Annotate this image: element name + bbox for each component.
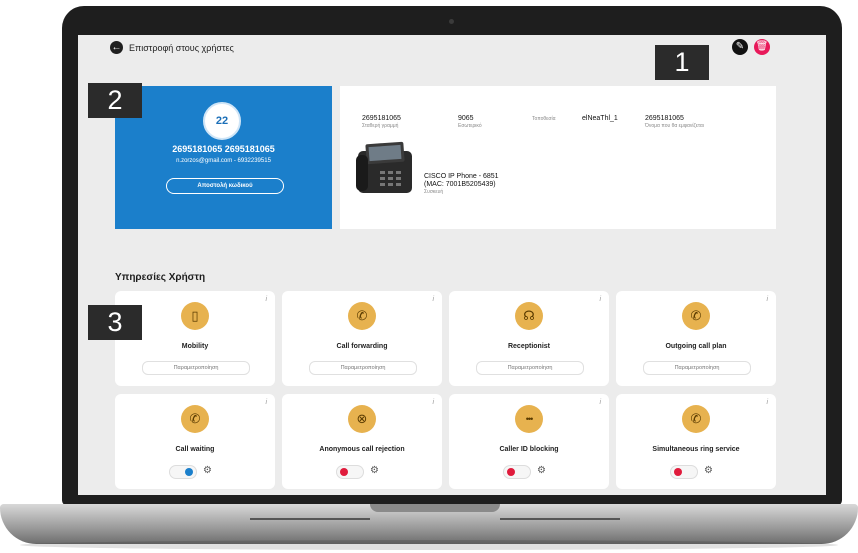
config-button[interactable]: Παραμετροποίηση bbox=[142, 361, 250, 375]
back-label: Επιστροφή στους χρήστες bbox=[129, 42, 234, 53]
service-toggle[interactable] bbox=[169, 465, 197, 479]
user-details-card: 2695181065 Σταθερή γραμμή 9065 Εσωτερικό… bbox=[340, 86, 776, 229]
user-profile-card: 22 2695181065 2695181065 n.zorzos@gmail.… bbox=[115, 86, 332, 229]
service-card-caller-id-blocking: i ••• Caller ID blocking ⚙ bbox=[449, 394, 609, 489]
detail-value: 2695181065 bbox=[645, 115, 684, 122]
service-name: Receptionist bbox=[507, 343, 550, 350]
back-to-users-link[interactable]: ← Επιστροφή στους χρήστες bbox=[110, 41, 234, 54]
service-name: Simultaneous ring service bbox=[652, 446, 740, 453]
send-code-button[interactable]: Αποστολή κωδικού bbox=[166, 178, 284, 194]
service-card-simultaneous-ring: i ✆ Simultaneous ring service ⚙ bbox=[616, 394, 776, 489]
arrow-left-icon: ← bbox=[110, 41, 123, 54]
service-card-receptionist: i ☊ Receptionist Παραμετροποίηση bbox=[449, 291, 609, 386]
pencil-icon: ✎ bbox=[735, 41, 745, 52]
device-info: CISCO IP Phone - 6851 (MAC: 7001B5205439… bbox=[424, 173, 499, 195]
detail-phone-line: 2695181065 Σταθερή γραμμή bbox=[362, 115, 401, 129]
detail-location-name: elNeaThl_1 bbox=[582, 115, 618, 123]
outgoing-call-icon: ✆ bbox=[682, 302, 710, 330]
call-reject-icon: ⊗ bbox=[348, 405, 376, 433]
laptop-notch bbox=[370, 504, 500, 512]
detail-extension: 9065 Εσωτερικό bbox=[458, 115, 482, 129]
detail-value: 9065 bbox=[458, 115, 474, 122]
service-name: Call forwarding bbox=[336, 343, 388, 350]
device-model: CISCO IP Phone - 6851 bbox=[424, 173, 499, 180]
detail-label: Τοποθεσία bbox=[532, 116, 556, 122]
info-icon[interactable]: i bbox=[265, 296, 267, 303]
toggle-knob bbox=[340, 468, 348, 476]
config-button[interactable]: Παραμετροποίηση bbox=[476, 361, 584, 375]
info-icon[interactable]: i bbox=[265, 399, 267, 406]
caller-id-block-icon: ••• bbox=[515, 405, 543, 433]
device-mac: (MAC: 7001B5205439) bbox=[424, 181, 496, 188]
user-contact: n.zorzos@gmail.com - 6932239515 bbox=[176, 158, 271, 164]
info-icon[interactable]: i bbox=[766, 399, 768, 406]
gear-icon[interactable]: ⚙ bbox=[203, 464, 212, 478]
service-name: Outgoing call plan bbox=[665, 343, 727, 350]
base-highlight-right bbox=[500, 518, 620, 520]
call-forward-icon: ✆ bbox=[348, 302, 376, 330]
info-icon[interactable]: i bbox=[599, 399, 601, 406]
callout-1: 1 bbox=[655, 45, 709, 80]
info-icon[interactable]: i bbox=[599, 296, 601, 303]
detail-label: Όνομα που θα εμφανίζεται bbox=[645, 123, 704, 129]
callout-3: 3 bbox=[88, 305, 142, 340]
base-highlight-left bbox=[250, 518, 370, 520]
service-name: Caller ID blocking bbox=[499, 446, 559, 453]
service-card-anonymous-call-rejection: i ⊗ Anonymous call rejection ⚙ bbox=[282, 394, 442, 489]
service-card-call-forwarding: i ✆ Call forwarding Παραμετροποίηση bbox=[282, 291, 442, 386]
toggle-knob bbox=[507, 468, 515, 476]
detail-label: Εσωτερικό bbox=[458, 123, 482, 129]
callout-2: 2 bbox=[88, 83, 142, 118]
headset-icon: ☊ bbox=[515, 302, 543, 330]
user-name: 2695181065 2695181065 bbox=[172, 144, 275, 154]
gear-icon[interactable]: ⚙ bbox=[537, 464, 546, 478]
user-avatar: 22 bbox=[203, 102, 241, 140]
call-hold-icon: ✆ bbox=[181, 405, 209, 433]
device-label: Συσκευή bbox=[424, 189, 444, 195]
service-toggle[interactable] bbox=[670, 465, 698, 479]
detail-display-name: 2695181065 Όνομα που θα εμφανίζεται bbox=[645, 115, 704, 129]
gear-icon[interactable]: ⚙ bbox=[370, 464, 379, 478]
config-button[interactable]: Παραμετροποίηση bbox=[309, 361, 417, 375]
detail-value: 2695181065 bbox=[362, 115, 401, 122]
service-toggle[interactable] bbox=[503, 465, 531, 479]
toggle-knob bbox=[185, 468, 193, 476]
ip-phone-image bbox=[356, 141, 412, 193]
service-card-outgoing-call-plan: i ✆ Outgoing call plan Παραμετροποίηση bbox=[616, 291, 776, 386]
detail-value: elNeaThl_1 bbox=[582, 115, 618, 122]
service-name: Mobility bbox=[181, 343, 209, 350]
app-screen: ← Επιστροφή στους χρήστες ✎ 🗑 22 2695181… bbox=[78, 35, 826, 495]
delete-user-button[interactable]: 🗑 bbox=[754, 39, 770, 55]
service-name: Anonymous call rejection bbox=[319, 446, 405, 453]
info-icon[interactable]: i bbox=[766, 296, 768, 303]
detail-location: Τοποθεσία bbox=[532, 115, 555, 122]
edit-user-button[interactable]: ✎ bbox=[732, 39, 748, 55]
webcam bbox=[449, 19, 454, 24]
config-button[interactable]: Παραμετροποίηση bbox=[643, 361, 751, 375]
info-icon[interactable]: i bbox=[432, 296, 434, 303]
service-name: Call waiting bbox=[175, 446, 215, 453]
service-toggle[interactable] bbox=[336, 465, 364, 479]
info-icon[interactable]: i bbox=[432, 399, 434, 406]
toggle-knob bbox=[674, 468, 682, 476]
detail-label: Σταθερή γραμμή bbox=[362, 123, 399, 129]
services-title: Υπηρεσίες Χρήστη bbox=[115, 272, 206, 283]
laptop-shadow bbox=[20, 540, 838, 550]
service-card-call-waiting: i ✆ Call waiting ⚙ bbox=[115, 394, 275, 489]
mobile-phone-icon: ▯ bbox=[181, 302, 209, 330]
simultaneous-ring-icon: ✆ bbox=[682, 405, 710, 433]
gear-icon[interactable]: ⚙ bbox=[704, 464, 713, 478]
trash-icon: 🗑 bbox=[755, 41, 769, 52]
